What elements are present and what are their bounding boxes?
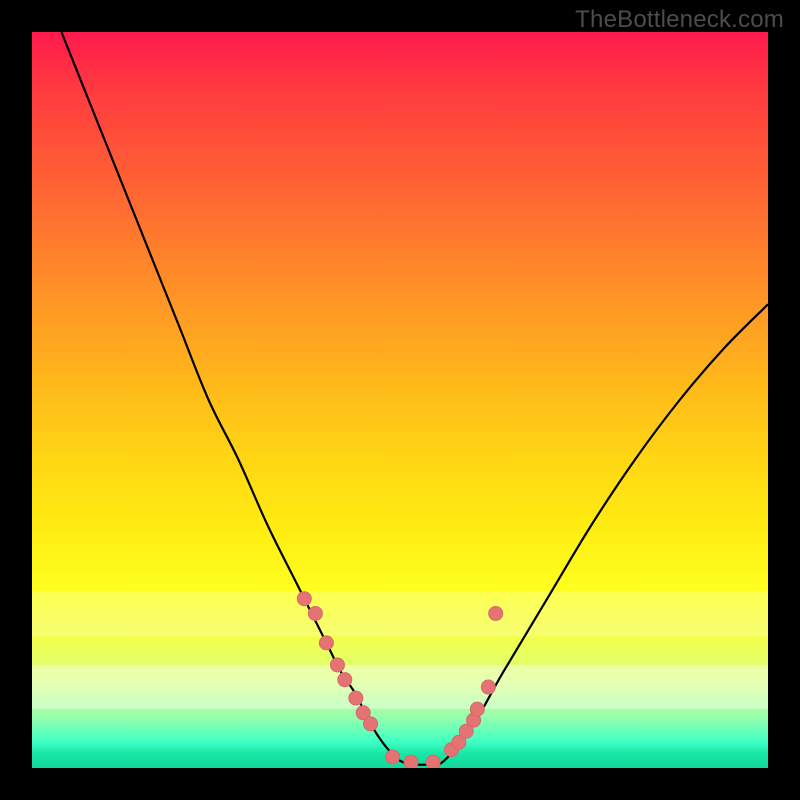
data-marker <box>364 717 378 731</box>
watermark-text: TheBottleneck.com <box>575 6 784 34</box>
plot-area <box>32 32 768 768</box>
data-marker <box>386 750 400 764</box>
chart-frame: TheBottleneck.com <box>0 0 800 800</box>
data-marker <box>330 658 344 672</box>
data-marker <box>470 702 484 716</box>
data-marker <box>308 606 322 620</box>
data-marker <box>481 680 495 694</box>
curve-layer <box>32 32 768 768</box>
data-marker <box>338 673 352 687</box>
bottleneck-curve <box>61 32 768 765</box>
data-marker <box>349 691 363 705</box>
data-marker <box>404 755 418 768</box>
marker-group <box>297 592 502 768</box>
data-marker <box>297 592 311 606</box>
data-marker <box>426 755 440 768</box>
data-marker <box>319 636 333 650</box>
data-marker <box>489 606 503 620</box>
